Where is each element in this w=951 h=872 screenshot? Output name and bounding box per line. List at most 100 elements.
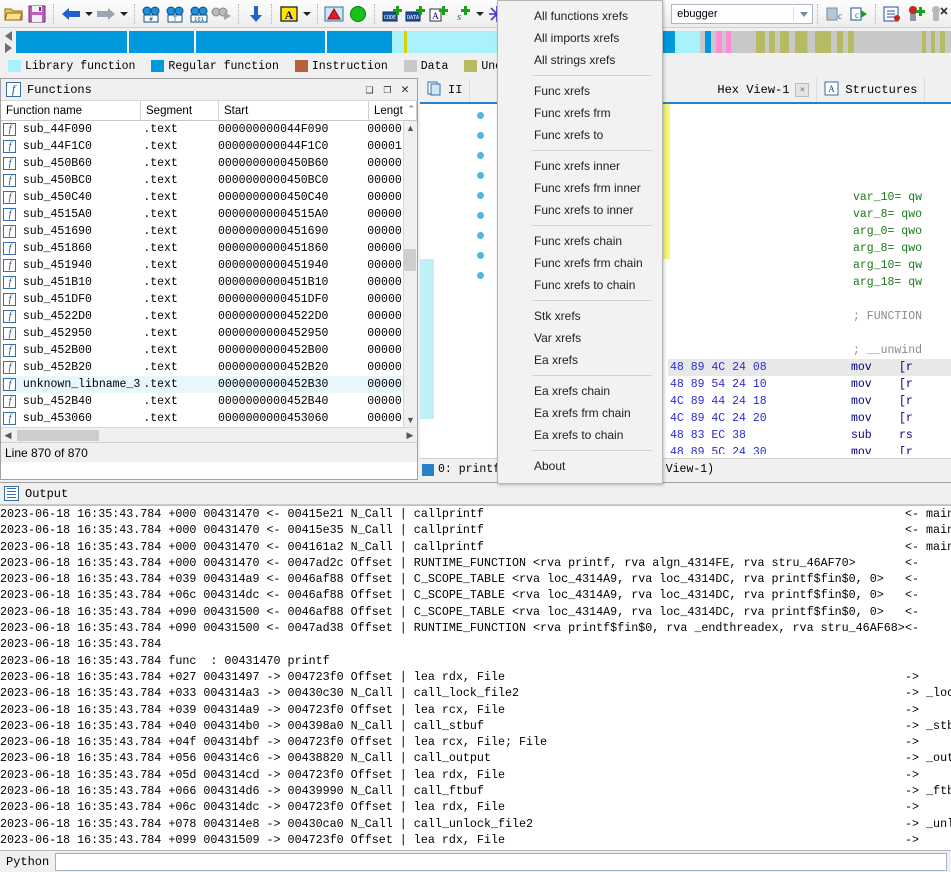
table-row[interactable]: fsub_451DF0.text0000000000451DF000000	[1, 291, 417, 308]
table-row[interactable]: fsub_451B10.text0000000000451B1000000	[1, 274, 417, 291]
table-row[interactable]: fsub_453060.text000000000045306000000	[1, 410, 417, 427]
table-row[interactable]: fsub_452B00.text0000000000452B0000000	[1, 342, 417, 359]
scroll-up-icon[interactable]: ▲	[404, 121, 417, 135]
restore-icon[interactable]: ❐	[383, 83, 391, 96]
menu-item-stk-xrefs[interactable]: Stk xrefs	[498, 305, 662, 327]
scroll-down-icon[interactable]: ▼	[404, 413, 417, 427]
make-code-icon[interactable]: CODE	[380, 2, 404, 26]
warning-icon[interactable]	[323, 2, 347, 26]
table-row[interactable]: funknown_libname_30.text0000000000452B30…	[1, 376, 417, 393]
tab-structures[interactable]: A Structures	[817, 78, 925, 102]
disassembly-line[interactable]: arg_0= qwo	[668, 223, 951, 240]
table-row[interactable]: fsub_450B60.text0000000000450B6000000	[1, 155, 417, 172]
menu-item-func-xrefs-frm[interactable]: Func xrefs frm	[498, 102, 662, 124]
search-hash-icon[interactable]: #	[140, 2, 164, 26]
menu-item-func-xrefs-to-chain[interactable]: Func xrefs to chain	[498, 274, 662, 296]
gutter-dot[interactable]	[477, 232, 484, 239]
run-icon[interactable]	[346, 2, 370, 26]
back-dropdown-icon[interactable]	[83, 2, 95, 26]
table-row[interactable]: fsub_450C40.text0000000000450C4000000	[1, 189, 417, 206]
breakpoint-gutter[interactable]	[475, 112, 489, 480]
menu-item-ea-xrefs[interactable]: Ea xrefs	[498, 349, 662, 371]
scroll-left-icon[interactable]: ◀	[1, 430, 15, 441]
table-row[interactable]: fsub_452B20.text0000000000452B2000000	[1, 359, 417, 376]
disassembly-line[interactable]	[668, 325, 951, 342]
jump-down-icon[interactable]	[244, 2, 268, 26]
save-icon[interactable]	[26, 2, 50, 26]
menu-item-ea-xrefs-to-chain[interactable]: Ea xrefs to chain	[498, 424, 662, 446]
column-header-2[interactable]: Start	[219, 101, 369, 120]
table-row[interactable]: fsub_451940.text000000000045194000000	[1, 257, 417, 274]
make-ascii-icon[interactable]: A	[427, 2, 451, 26]
tab-hex-view[interactable]: Hex View-1 ✕	[710, 78, 817, 102]
run-to-cursor-icon[interactable]: c	[847, 2, 871, 26]
functions-vertical-scrollbar[interactable]: ▲ ▼	[403, 121, 417, 427]
forward-arrow-icon[interactable]	[94, 2, 118, 26]
table-row[interactable]: fsub_4515A0.text00000000004515A000000	[1, 206, 417, 223]
sort-ascending-icon[interactable]: ⌃	[407, 104, 415, 115]
python-input[interactable]	[55, 853, 947, 871]
minimize-icon[interactable]: ❑	[366, 83, 374, 96]
navigation-band[interactable]	[16, 31, 951, 53]
make-data-icon[interactable]: DATA	[403, 2, 427, 26]
menu-item-func-xrefs-frm-chain[interactable]: Func xrefs frm chain	[498, 252, 662, 274]
disassembly-line[interactable]	[668, 291, 951, 308]
breakpoint-list-icon[interactable]	[881, 2, 905, 26]
disassembly-line[interactable]: 48 89 54 24 10mov[r	[668, 376, 951, 393]
gutter-dot[interactable]	[477, 132, 484, 139]
navband-left-arrow-icon[interactable]	[5, 31, 12, 41]
menu-item-all-imports-xrefs[interactable]: All imports xrefs	[498, 27, 662, 49]
menu-item-func-xrefs-inner[interactable]: Func xrefs inner	[498, 155, 662, 177]
rename-dropdown-icon[interactable]	[301, 2, 313, 26]
disassembly-line[interactable]	[668, 121, 951, 138]
disassembly-text[interactable]: var_10= qwvar_8= qwoarg_0= qwoarg_8= qwo…	[668, 104, 951, 454]
menu-item-func-xrefs-to[interactable]: Func xrefs to	[498, 124, 662, 146]
menu-item-ea-xrefs-frm-chain[interactable]: Ea xrefs frm chain	[498, 402, 662, 424]
disassembly-line[interactable]: var_8= qwo	[668, 206, 951, 223]
menu-item-about[interactable]: About	[498, 455, 662, 477]
disassembly-line[interactable]	[668, 138, 951, 155]
gutter-dot[interactable]	[477, 272, 484, 279]
functions-column-headers[interactable]: Function nameSegmentStartLengt⌃	[1, 101, 417, 121]
scroll-thumb[interactable]	[404, 249, 416, 271]
step-into-icon[interactable]: c	[823, 2, 847, 26]
menu-item-func-xrefs-chain[interactable]: Func xrefs chain	[498, 230, 662, 252]
functions-horizontal-scrollbar[interactable]: ◀ ▶	[1, 427, 417, 442]
xrefs-context-menu[interactable]: All functions xrefsAll imports xrefsAll …	[497, 0, 663, 484]
menu-item-func-xrefs-frm-inner[interactable]: Func xrefs frm inner	[498, 177, 662, 199]
rename-icon[interactable]: A	[277, 2, 301, 26]
search-binary-icon[interactable]: 101	[187, 2, 211, 26]
output-log[interactable]: 2023-06-18 16:35:43.784 +000 00431470 <-…	[0, 505, 951, 850]
table-row[interactable]: fsub_450BC0.text0000000000450BC000000	[1, 172, 417, 189]
functions-list[interactable]: fsub_44F090.text000000000044F09000000fsu…	[1, 121, 417, 427]
search-next-icon[interactable]	[210, 2, 234, 26]
gutter-dot[interactable]	[477, 252, 484, 259]
table-row[interactable]: fsub_452950.text000000000045295000000	[1, 325, 417, 342]
back-arrow-icon[interactable]	[59, 2, 83, 26]
tab-ida-view[interactable]: II	[420, 78, 470, 102]
disassembly-line[interactable]: arg_18= qw	[668, 274, 951, 291]
navband-right-arrow-icon[interactable]	[5, 43, 12, 53]
table-row[interactable]: fsub_451690.text000000000045169000000	[1, 223, 417, 240]
gutter-dot[interactable]	[477, 192, 484, 199]
gutter-dot[interactable]	[477, 152, 484, 159]
make-struct-icon[interactable]: s	[450, 2, 474, 26]
table-row[interactable]: fsub_44F090.text000000000044F09000000	[1, 121, 417, 138]
table-row[interactable]: fsub_452B40.text0000000000452B4000000	[1, 393, 417, 410]
table-row[interactable]: fsub_451860.text000000000045186000000	[1, 240, 417, 257]
menu-item-all-functions-xrefs[interactable]: All functions xrefs	[498, 5, 662, 27]
open-file-icon[interactable]	[2, 2, 26, 26]
table-row[interactable]: fsub_4522D0.text00000000004522D000000	[1, 308, 417, 325]
add-breakpoint-icon[interactable]	[904, 2, 928, 26]
menu-item-var-xrefs[interactable]: Var xrefs	[498, 327, 662, 349]
disassembly-line[interactable]: arg_10= qw	[668, 257, 951, 274]
gutter-dot[interactable]	[477, 212, 484, 219]
hscroll-thumb[interactable]	[17, 430, 99, 441]
disassembly-line[interactable]: 4C 89 44 24 18mov[r	[668, 393, 951, 410]
disassembly-line[interactable]: 48 83 EC 38subrs	[668, 427, 951, 444]
disassembly-line[interactable]	[668, 155, 951, 172]
disassembly-line[interactable]: ; __unwind	[668, 342, 951, 359]
disassembly-line[interactable]: arg_8= qwo	[668, 240, 951, 257]
scroll-right-icon[interactable]: ▶	[403, 430, 417, 441]
table-row[interactable]: fsub_44F1C0.text000000000044F1C000001	[1, 138, 417, 155]
